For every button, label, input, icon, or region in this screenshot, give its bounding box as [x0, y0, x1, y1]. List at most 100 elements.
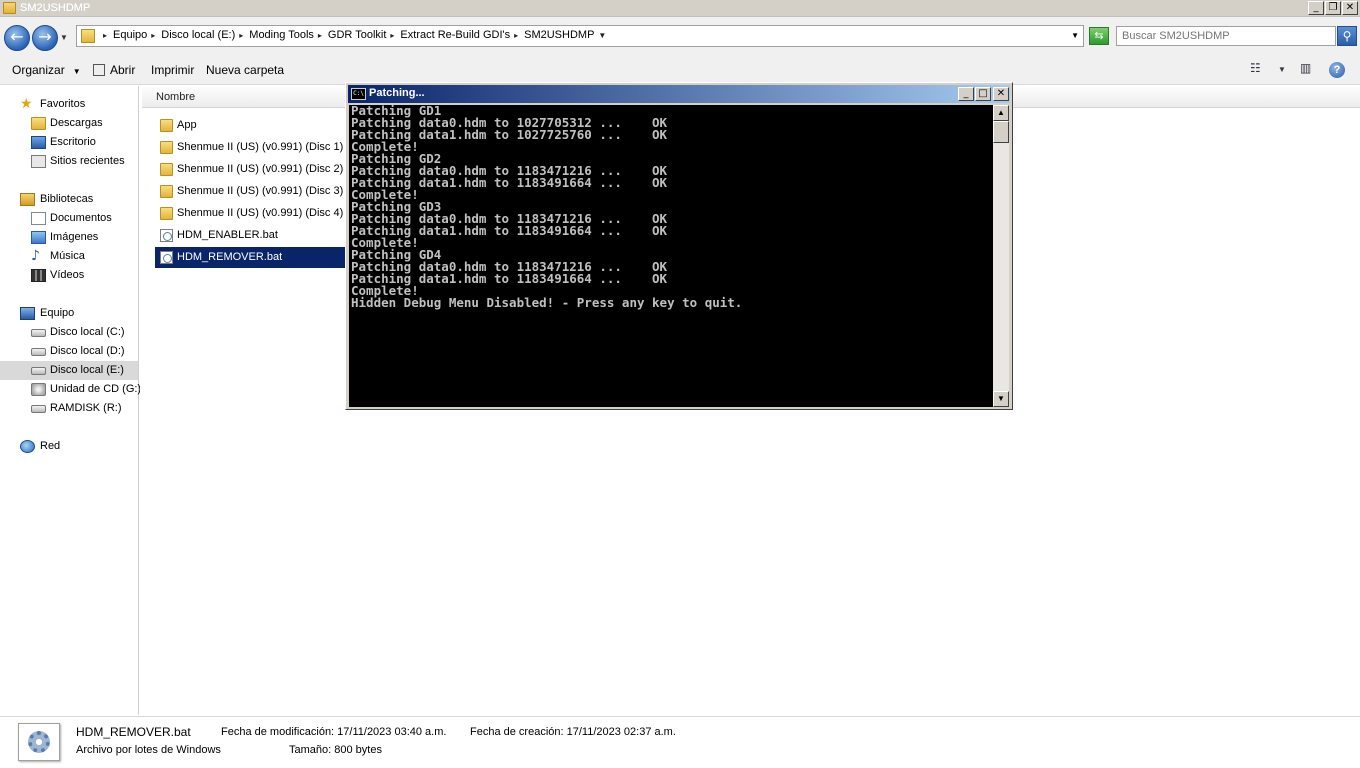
breadcrumb-item[interactable]: GDR Toolkit	[328, 29, 386, 41]
file-name: Shenmue II (US) (v0.991) (Disc 1)	[177, 141, 344, 153]
nav-music[interactable]: ♪ Música	[0, 247, 138, 266]
breadcrumb-separator[interactable]: ▸	[151, 31, 155, 40]
address-bar[interactable]: ▸ Equipo ▸ Disco local (E:) ▸ Moding Too…	[76, 25, 1084, 47]
open-label: Abrir	[110, 63, 136, 77]
recent-places-icon	[31, 155, 46, 168]
nav-label: Documentos	[50, 212, 112, 224]
detail-created: Fecha de creación: 17/11/2023 02:37 a.m.	[470, 726, 676, 738]
new-folder-button[interactable]: Nueva carpeta	[206, 63, 284, 77]
breadcrumb-separator[interactable]: ▸	[514, 31, 518, 40]
organize-button[interactable]: Organizar ▼	[12, 63, 81, 77]
scroll-up-icon[interactable]: ▲	[993, 105, 1009, 121]
folder-icon	[160, 141, 173, 154]
nav-downloads[interactable]: Descargas	[0, 114, 138, 133]
nav-documents[interactable]: Documentos	[0, 209, 138, 228]
console-scrollbar[interactable]: ▲ ▼	[993, 105, 1009, 407]
detail-size: Tamaño: 800 bytes	[289, 744, 382, 756]
view-dropdown-icon[interactable]: ▼	[1278, 65, 1286, 74]
documents-icon	[31, 212, 46, 225]
libraries-icon	[20, 193, 35, 206]
folder-icon	[160, 163, 173, 176]
nav-recent-places[interactable]: Sitios recientes	[0, 152, 138, 171]
console-window[interactable]: C:\ Patching... _ □ ✕ Patching GD1 Patch…	[345, 82, 1013, 410]
close-button[interactable]: ✕	[1342, 1, 1358, 15]
console-maximize-button[interactable]: □	[975, 87, 991, 101]
open-button[interactable]: Abrir	[93, 63, 135, 77]
list-item[interactable]: Shenmue II (US) (v0.991) (Disc 1)	[155, 137, 345, 158]
drive-icon	[31, 348, 46, 356]
view-options-icon[interactable]: ☷	[1250, 61, 1261, 75]
window-title: SM2USHDMP	[20, 2, 91, 14]
console-minimize-button[interactable]: _	[958, 87, 974, 101]
breadcrumb-separator[interactable]: ▼	[598, 31, 606, 40]
nav-label: Descargas	[50, 117, 103, 129]
minimize-button[interactable]: _	[1308, 1, 1324, 15]
breadcrumb-item[interactable]: Extract Re-Build GDI's	[400, 29, 510, 41]
nav-images[interactable]: Imágenes	[0, 228, 138, 247]
nav-label: Red	[40, 440, 61, 452]
forward-button[interactable]: →	[32, 25, 58, 51]
videos-icon	[31, 269, 46, 282]
batch-file-icon	[160, 251, 173, 264]
nav-label: Música	[50, 250, 85, 262]
search-icon[interactable]: ⚲	[1337, 26, 1357, 46]
scroll-thumb[interactable]	[993, 121, 1009, 143]
list-item[interactable]: Shenmue II (US) (v0.991) (Disc 4)	[155, 203, 345, 224]
back-button[interactable]: ←	[4, 25, 30, 51]
nav-drive-c[interactable]: Disco local (C:)	[0, 323, 138, 342]
nav-network[interactable]: Red	[0, 437, 138, 456]
command-bar: Organizar ▼ Abrir Imprimir Nueva carpeta …	[0, 55, 1360, 85]
scroll-down-icon[interactable]: ▼	[993, 391, 1009, 407]
nav-computer[interactable]: Equipo	[0, 304, 138, 323]
nav-libraries[interactable]: Bibliotecas	[0, 190, 138, 209]
nav-label: Disco local (D:)	[50, 345, 125, 357]
refresh-button[interactable]: ⇆	[1089, 27, 1109, 45]
search-input[interactable]	[1117, 27, 1327, 45]
recent-pages-dropdown[interactable]: ▼	[60, 33, 68, 42]
breadcrumb-item[interactable]: Equipo	[113, 29, 147, 41]
nav-drive-r[interactable]: RAMDISK (R:)	[0, 399, 138, 418]
details-pane: HDM_REMOVER.bat Archivo por lotes de Win…	[0, 716, 1360, 768]
list-item[interactable]: Shenmue II (US) (v0.991) (Disc 3)	[155, 181, 345, 202]
nav-label: Escritorio	[50, 136, 96, 148]
breadcrumb-item[interactable]: Moding Tools	[249, 29, 314, 41]
console-title-bar[interactable]: C:\ Patching... _ □ ✕	[348, 85, 1010, 103]
breadcrumb: ▸ Equipo ▸ Disco local (E:) ▸ Moding Too…	[99, 29, 612, 41]
nav-label: Vídeos	[50, 269, 85, 281]
breadcrumb-item[interactable]: SM2USHDMP	[524, 29, 594, 41]
file-name: Shenmue II (US) (v0.991) (Disc 3)	[177, 185, 344, 197]
detail-modified: Fecha de modificación: 17/11/2023 03:40 …	[221, 726, 447, 738]
list-item[interactable]: Shenmue II (US) (v0.991) (Disc 2)	[155, 159, 345, 180]
console-close-button[interactable]: ✕	[993, 87, 1009, 101]
console-line: Complete!	[351, 235, 419, 250]
breadcrumb-separator[interactable]: ▸	[318, 31, 322, 40]
list-item[interactable]: App	[155, 115, 345, 136]
file-name: App	[177, 119, 197, 131]
print-button[interactable]: Imprimir	[151, 63, 194, 77]
nav-desktop[interactable]: Escritorio	[0, 133, 138, 152]
console-line: Patching data1.hdm to 1183491664 ... OK	[351, 271, 668, 286]
breadcrumb-separator[interactable]: ▸	[103, 31, 107, 40]
nav-drive-d[interactable]: Disco local (D:)	[0, 342, 138, 361]
address-dropdown[interactable]: ▼	[1071, 31, 1079, 40]
title-bar: SM2USHDMP _ ❐ ✕	[0, 0, 1360, 17]
detail-filename: HDM_REMOVER.bat	[76, 725, 191, 739]
breadcrumb-separator[interactable]: ▸	[239, 31, 243, 40]
console-line: Complete!	[351, 139, 419, 154]
breadcrumb-separator[interactable]: ▸	[390, 31, 394, 40]
console-line: Complete!	[351, 187, 419, 202]
nav-drive-g[interactable]: Unidad de CD (G:)	[0, 380, 141, 399]
new-folder-label: Nueva carpeta	[206, 63, 285, 77]
preview-pane-icon[interactable]: ▥	[1300, 61, 1311, 75]
breadcrumb-item[interactable]: Disco local (E:)	[161, 29, 235, 41]
nav-videos[interactable]: Vídeos	[0, 266, 138, 285]
nav-drive-e[interactable]: Disco local (E:)	[0, 361, 138, 380]
nav-label: Sitios recientes	[50, 155, 125, 167]
list-item-selected[interactable]: HDM_REMOVER.bat	[155, 247, 345, 268]
nav-favorites[interactable]: ★ Favoritos	[0, 95, 138, 114]
music-icon: ♪	[31, 248, 40, 264]
list-item[interactable]: HDM_ENABLER.bat	[155, 225, 345, 246]
search-box[interactable]	[1116, 26, 1336, 46]
help-icon[interactable]: ?	[1329, 62, 1345, 78]
restore-button[interactable]: ❐	[1325, 1, 1341, 15]
